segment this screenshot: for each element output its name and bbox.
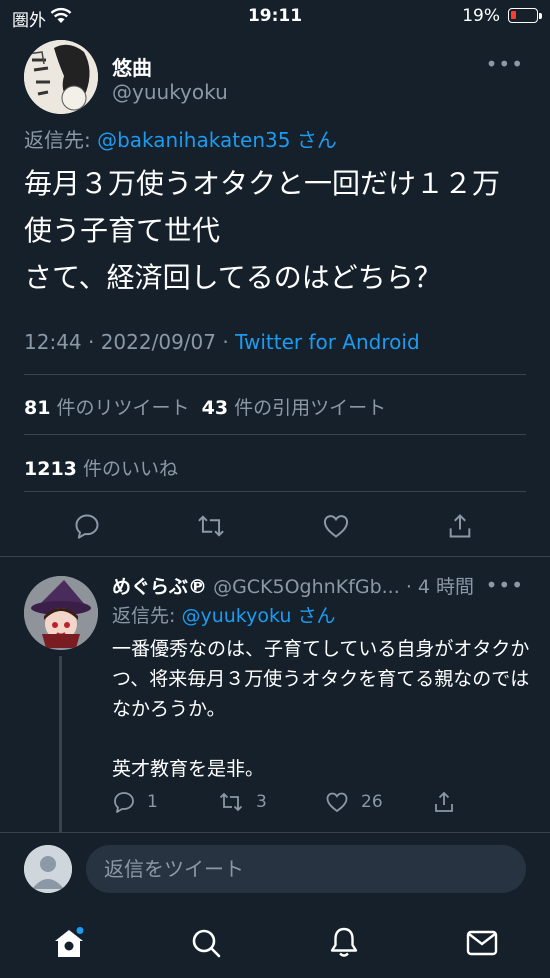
reply-age: · 4 時間 [405,576,475,598]
reply-reply-to-suffix: さん [297,605,336,627]
divider [24,374,526,375]
share-icon[interactable] [446,512,474,540]
reply-to-line: 返信先: @bakanihakaten35 さん [24,124,337,153]
search-icon[interactable] [190,927,222,963]
reply-reply-to-prefix: 返信先: [112,605,176,627]
reply-share-icon[interactable] [432,790,456,814]
divider [24,491,526,492]
tweet-timestamp[interactable]: 12:44 · 2022/09/07 · [24,330,229,354]
current-user-avatar[interactable] [24,845,72,893]
quotes-count: 43 [201,397,229,419]
quotes-label: 件の引用ツイート [234,397,387,419]
notifications-icon[interactable] [329,926,359,962]
divider [0,556,550,557]
author-name[interactable]: 悠曲 [112,52,152,81]
like-icon[interactable] [322,512,350,540]
engagement-stats: 81 件のリツイート 43 件の引用ツイート [24,393,386,420]
more-options-icon[interactable]: ••• [486,52,524,76]
likes-stat[interactable]: 1213 件のいいね [24,454,178,481]
reply-author-avatar[interactable] [24,576,98,650]
divider [24,434,526,435]
reply-reply-to-line: 返信先: @yuukyoku さん [112,601,336,628]
likes-label: 件のいいね [82,458,178,480]
author-handle[interactable]: @yuukyoku [112,80,228,104]
reply-icon[interactable] [73,512,101,540]
home-icon[interactable] [52,927,86,963]
tab-bar [0,905,550,978]
tweet-text: 毎月３万使うオタクと一回だけ１２万 使う子育て世代 さて、経済回してるのはどちら… [24,167,501,294]
reply-author-name[interactable]: めぐらぶ℗ [112,576,207,598]
reply-header: めぐらぶ℗ @GCK5OghnKfGb... · 4 時間 [112,572,522,599]
reply-to-suffix: さん [296,128,337,152]
messages-icon[interactable] [466,929,498,961]
reply-to-handle-link[interactable]: @bakanihakaten35 [97,128,290,152]
status-bar: 圏外 19:11 19% [0,0,550,32]
likes-count: 1213 [24,458,77,480]
retweets-count: 81 [24,397,51,419]
reply-text: 一番優秀なのは、子育てしている自身がオタクかつ、将来毎月３万使うオタクを育てる親… [112,638,530,780]
reply-retweet-count: 3 [256,792,267,812]
reply-like-count: 26 [361,792,383,812]
reply-retweet-icon[interactable] [218,790,244,814]
reply-reply-icon[interactable] [112,790,136,814]
reply-compose-input[interactable]: 返信をツイート [86,845,526,893]
battery-percent: 19% [462,6,500,26]
battery-icon [508,8,542,23]
tweet-meta: 12:44 · 2022/09/07 · Twitter for Android [24,330,420,354]
retweets-label: 件のリツイート [56,397,190,419]
retweets-stat[interactable]: 81 件のリツイート [24,397,190,419]
retweet-icon[interactable] [196,512,226,540]
reply-to-prefix: 返信先: [24,128,91,152]
quotes-stat[interactable]: 43 件の引用ツイート [202,397,387,419]
tweet-source-link[interactable]: Twitter for Android [235,330,420,354]
reply-reply-count: 1 [147,792,158,812]
author-avatar[interactable] [24,40,98,114]
reply-like-icon[interactable] [325,790,349,814]
reply-more-options-icon[interactable]: ••• [486,573,524,597]
thread-line [59,656,62,832]
reply-author-handle[interactable]: @GCK5OghnKfGb... [213,576,400,598]
divider [0,832,550,833]
reply-reply-to-handle-link[interactable]: @yuukyoku [181,605,291,627]
